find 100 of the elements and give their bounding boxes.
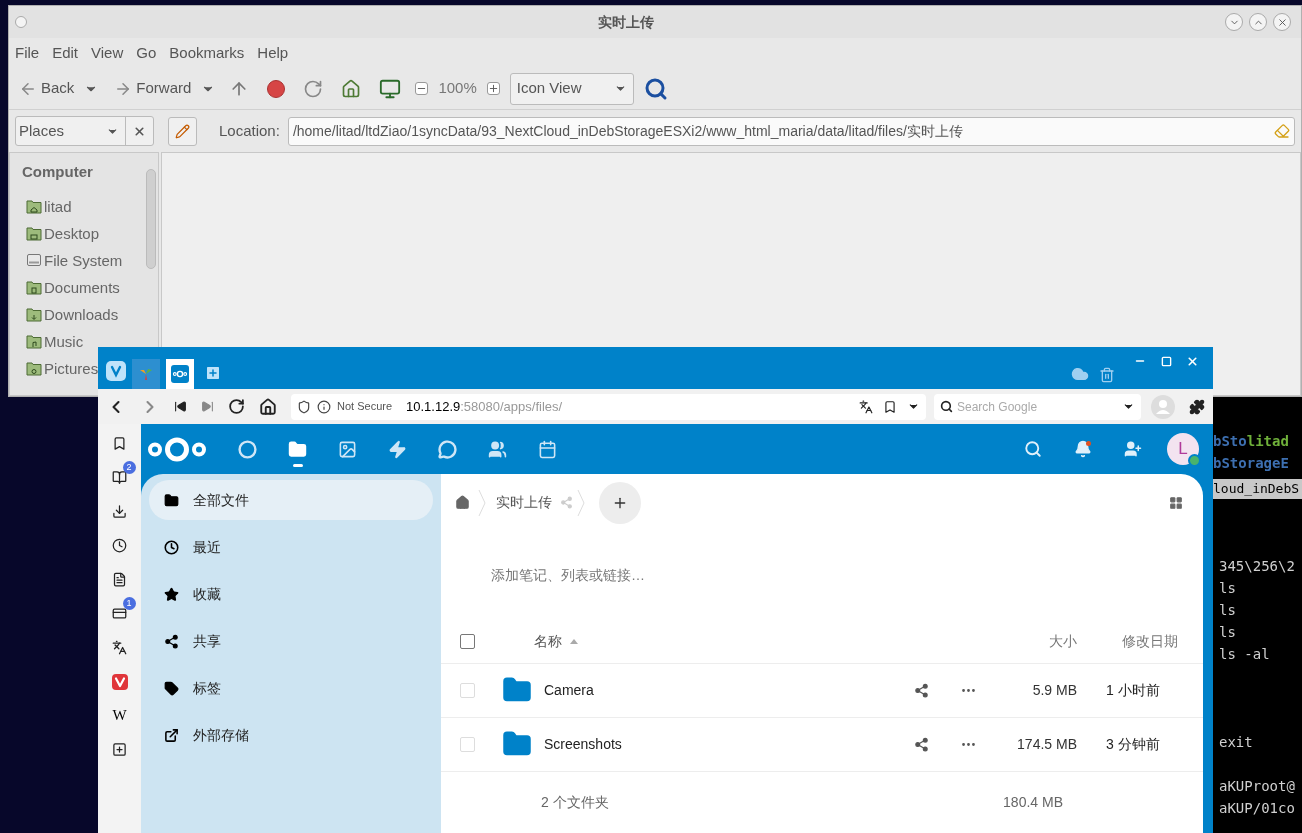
navigation-item[interactable]: 外部存储: [149, 715, 433, 755]
address-field[interactable]: 10.1.12.9:58080/apps/files/: [406, 396, 853, 417]
share-icon[interactable]: [914, 736, 929, 752]
calendar-icon[interactable]: [538, 439, 557, 459]
select-all-checkbox[interactable]: [460, 633, 475, 649]
clock-icon[interactable]: [112, 538, 127, 553]
navigation-item[interactable]: 标签: [149, 668, 433, 708]
contacts-icon[interactable]: [1124, 440, 1142, 458]
extensions-icon[interactable]: [1189, 398, 1205, 415]
place-item[interactable]: File System: [26, 251, 123, 269]
reload-icon[interactable]: [228, 398, 245, 415]
row-checkbox[interactable]: [460, 736, 475, 752]
v-logo-icon[interactable]: [111, 673, 128, 690]
lightning-icon[interactable]: [388, 439, 407, 459]
download-icon[interactable]: [112, 504, 127, 519]
computer-icon[interactable]: [379, 77, 402, 100]
home-folder-icon[interactable]: [341, 78, 362, 99]
back-button[interactable]: Back: [19, 77, 75, 100]
fast-forward-icon[interactable]: [201, 400, 214, 413]
cloud-logo-icon[interactable]: [147, 435, 207, 463]
stop-icon[interactable]: [267, 79, 286, 98]
close-button[interactable]: [1273, 13, 1291, 31]
place-item[interactable]: Downloads: [26, 305, 119, 323]
place-item[interactable]: Documents: [26, 278, 120, 296]
place-item[interactable]: litad: [26, 197, 72, 215]
navigation-item[interactable]: 共享: [149, 621, 433, 661]
terminal-line: ls: [1219, 580, 1236, 596]
terminal-tab[interactable]: loud_inDebS: [1213, 479, 1302, 499]
book-icon[interactable]: [112, 470, 127, 485]
grid-view-icon[interactable]: [1169, 495, 1183, 510]
scrollbar-thumb[interactable]: [146, 169, 156, 269]
size-column-header[interactable]: 大小: [1007, 630, 1077, 652]
menu-item[interactable]: Edit: [52, 41, 79, 65]
search-icon[interactable]: [643, 76, 668, 101]
menu-item[interactable]: Help: [257, 41, 289, 65]
file-size: 5.9 MB: [1031, 680, 1077, 700]
close-icon: [1185, 354, 1199, 368]
notifications-icon[interactable]: [1074, 440, 1092, 458]
share-icon[interactable]: [914, 682, 929, 698]
tri-logo-icon: [139, 367, 153, 381]
translate-icon[interactable]: [859, 399, 873, 414]
file-name[interactable]: Screenshots: [544, 733, 622, 755]
window-icon[interactable]: [112, 606, 127, 621]
cloud-icon[interactable]: [1071, 365, 1089, 383]
terminal-line: ls -al: [1219, 646, 1270, 662]
folder-icon[interactable]: [288, 439, 307, 459]
bookmark-icon[interactable]: [883, 399, 897, 414]
place-item[interactable]: Desktop: [26, 224, 100, 242]
circle-icon[interactable]: [238, 439, 257, 459]
contacts-icon[interactable]: [488, 439, 507, 459]
rewind-icon[interactable]: [174, 400, 187, 413]
v-logo-icon[interactable]: [106, 361, 126, 381]
place-item[interactable]: Music: [26, 332, 84, 350]
terminal-line: aKUProot@: [1219, 778, 1295, 794]
terminal-text: bSto: [1213, 432, 1247, 451]
menu-item[interactable]: Go: [136, 41, 157, 65]
info-icon[interactable]: [317, 399, 331, 414]
file-size: 174.5 MB: [1016, 734, 1077, 754]
view-select[interactable]: Icon View: [509, 72, 634, 105]
navigation-item[interactable]: 收藏: [149, 574, 433, 614]
forward-button[interactable]: Forward: [114, 77, 192, 100]
terminal-text: litad: [1246, 432, 1289, 451]
clear-icon[interactable]: [1274, 123, 1290, 139]
user-avatar[interactable]: L: [1167, 433, 1199, 465]
image-icon[interactable]: [338, 439, 357, 459]
shield-icon[interactable]: [297, 399, 311, 414]
add-panel-icon[interactable]: [112, 742, 127, 757]
menu-item[interactable]: File: [15, 41, 40, 65]
navigation-item[interactable]: 全部文件: [149, 480, 433, 520]
folder-count: 2 个文件夹: [541, 793, 609, 812]
search-icon[interactable]: [940, 400, 953, 413]
browser-tab[interactable]: [166, 359, 194, 389]
home-icon[interactable]: [259, 397, 277, 416]
file-name[interactable]: Camera: [544, 679, 594, 701]
terminal-line: ls: [1219, 624, 1236, 640]
note-input[interactable]: 添加笔记、列表或链接…: [491, 564, 645, 586]
security-label: Not Secure: [337, 399, 393, 415]
zoom-in-icon[interactable]: [486, 82, 500, 95]
location-field[interactable]: /home/litad/ltdZiao/1syncData/93_NextCloud_inDebStorageESXi2/www_html_maria/data/litad/files/实时上传: [287, 116, 1295, 146]
menu-item[interactable]: View: [91, 41, 124, 65]
zoom-out-icon[interactable]: [415, 82, 429, 95]
name-column-header[interactable]: 名称: [534, 630, 562, 652]
place-item[interactable]: Pictures: [26, 359, 99, 377]
total-size: 180.4 MB: [1002, 793, 1063, 812]
trash-icon[interactable]: [1099, 367, 1115, 383]
modified-column-header[interactable]: 修改日期: [1077, 630, 1203, 652]
translate-icon[interactable]: [112, 640, 127, 655]
bookmark-icon[interactable]: [112, 436, 127, 451]
terminal-text: bStorageE: [1213, 454, 1289, 473]
zoom-level: 100%: [438, 78, 477, 99]
row-checkbox[interactable]: [460, 682, 475, 698]
navigation-item[interactable]: 最近: [149, 527, 433, 567]
notes-icon[interactable]: [112, 572, 127, 587]
breadcrumb-item[interactable]: 实时上传: [496, 492, 552, 513]
edit-location-button[interactable]: [168, 116, 197, 146]
menu-item[interactable]: Bookmarks: [169, 41, 245, 65]
wiki-icon[interactable]: W: [112, 708, 127, 723]
new-tab-icon[interactable]: [204, 364, 222, 382]
tag-icon: [164, 680, 179, 696]
chat-icon[interactable]: [438, 439, 457, 459]
